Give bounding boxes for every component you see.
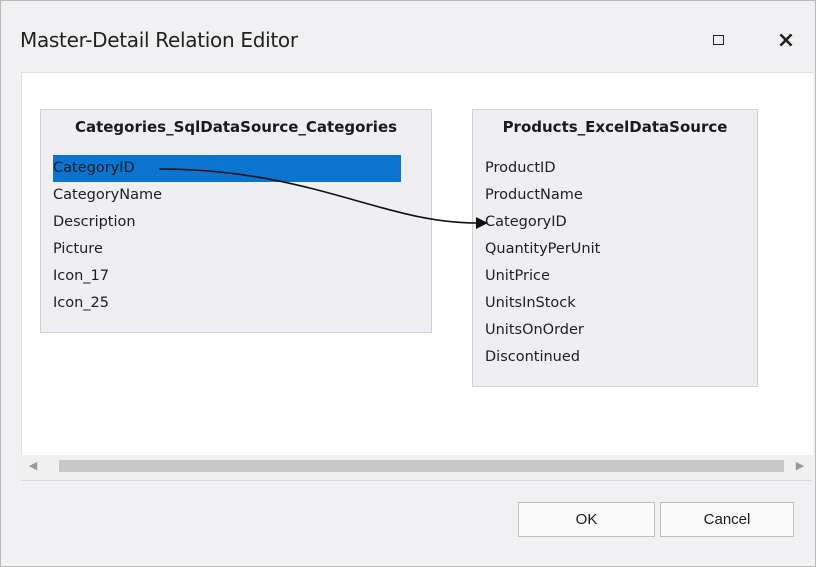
close-button[interactable]: × xyxy=(769,23,803,57)
detail-field-quantityperunit[interactable]: QuantityPerUnit xyxy=(485,236,600,263)
horizontal-scrollbar[interactable]: ◀ ▶ xyxy=(21,455,812,477)
scroll-left-icon[interactable]: ◀ xyxy=(25,458,41,474)
close-icon: × xyxy=(776,27,796,53)
maximize-icon xyxy=(712,35,724,45)
master-field-categoryid[interactable]: CategoryID xyxy=(53,155,401,182)
dialog-title: Master-Detail Relation Editor xyxy=(20,28,298,52)
detail-field-discontinued[interactable]: Discontinued xyxy=(485,344,580,371)
master-field-icon25[interactable]: Icon_25 xyxy=(53,290,109,317)
master-table[interactable]: Categories_SqlDataSource_Categories Cate… xyxy=(40,109,432,333)
master-field-description[interactable]: Description xyxy=(53,209,136,236)
detail-table-title: Products_ExcelDataSource xyxy=(502,118,728,136)
detail-field-unitsonorder[interactable]: UnitsOnOrder xyxy=(485,317,584,344)
master-field-categoryname[interactable]: CategoryName xyxy=(53,182,162,209)
detail-field-unitsinstock[interactable]: UnitsInStock xyxy=(485,290,576,317)
detail-field-categoryid[interactable]: CategoryID xyxy=(485,209,567,236)
master-table-title: Categories_SqlDataSource_Categories xyxy=(74,118,398,136)
detail-field-unitprice[interactable]: UnitPrice xyxy=(485,263,550,290)
relation-canvas[interactable]: Categories_SqlDataSource_Categories Cate… xyxy=(21,72,813,455)
title-bar[interactable]: Master-Detail Relation Editor × xyxy=(1,1,815,73)
maximize-button[interactable] xyxy=(701,23,735,57)
master-field-picture[interactable]: Picture xyxy=(53,236,103,263)
footer-divider xyxy=(21,480,812,481)
scroll-right-icon[interactable]: ▶ xyxy=(792,458,808,474)
cancel-button[interactable]: Cancel xyxy=(660,502,794,537)
detail-field-productid[interactable]: ProductID xyxy=(485,155,556,182)
detail-field-productname[interactable]: ProductName xyxy=(485,182,583,209)
master-field-icon17[interactable]: Icon_17 xyxy=(53,263,109,290)
detail-table[interactable]: Products_ExcelDataSource ProductID Produ… xyxy=(472,109,758,387)
ok-button[interactable]: OK xyxy=(518,502,655,537)
scroll-thumb[interactable] xyxy=(59,460,784,472)
